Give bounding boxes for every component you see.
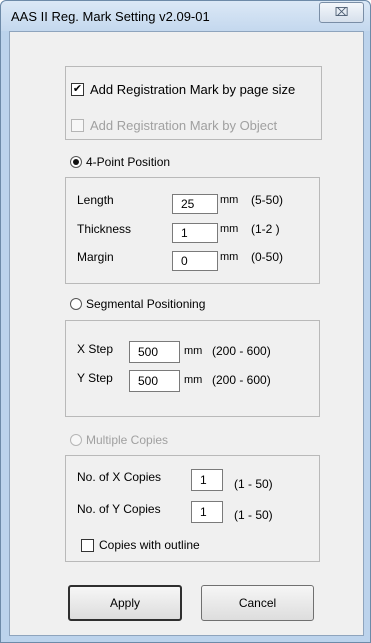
mark-mode-group: ✔ Add Registration Mark by page size Add… — [65, 66, 322, 140]
window-title: AAS II Reg. Mark Setting v2.09-01 — [11, 9, 210, 24]
length-unit: mm — [220, 194, 239, 206]
x-step-range: (200 - 600) — [212, 344, 271, 358]
dialog-client-area: ✔ Add Registration Mark by page size Add… — [9, 31, 364, 636]
thickness-input[interactable] — [172, 223, 218, 243]
y-copies-label: No. of Y Copies — [77, 502, 161, 516]
x-step-label: X Step — [77, 342, 114, 356]
length-label: Length — [77, 193, 114, 207]
dialog-window: AAS II Reg. Mark Setting v2.09-01 ⌧ ✔ Ad… — [0, 0, 371, 643]
x-copies-label: No. of X Copies — [77, 470, 162, 484]
by-object-label[interactable]: Add Registration Mark by Object — [90, 118, 277, 133]
segmental-label[interactable]: Segmental Positioning — [86, 297, 205, 311]
margin-unit: mm — [220, 251, 239, 263]
margin-range: (0-50) — [251, 250, 284, 264]
thickness-unit: mm — [220, 223, 239, 235]
y-copies-input[interactable] — [191, 501, 223, 523]
segmental-group: X Step mm (200 - 600) Y Step mm (200 - 6… — [65, 320, 320, 417]
four-point-group: Length mm (5-50) Thickness mm (1-2 ) Mar… — [65, 177, 320, 284]
close-icon[interactable]: ⌧ — [319, 2, 364, 23]
four-point-radio[interactable] — [70, 156, 82, 168]
y-step-label: Y Step — [77, 371, 113, 385]
by-object-checkbox[interactable] — [71, 119, 84, 132]
multiple-copies-group: No. of X Copies (1 - 50) No. of Y Copies… — [65, 455, 320, 562]
four-point-label[interactable]: 4-Point Position — [86, 155, 170, 169]
title-bar[interactable]: AAS II Reg. Mark Setting v2.09-01 ⌧ — [1, 1, 370, 31]
segmental-radio[interactable] — [70, 298, 82, 310]
by-page-size-checkbox[interactable]: ✔ — [71, 83, 84, 96]
thickness-label: Thickness — [77, 222, 132, 236]
y-step-input[interactable] — [129, 370, 180, 392]
length-range: (5-50) — [251, 193, 284, 207]
x-copies-range: (1 - 50) — [234, 477, 273, 491]
apply-button[interactable]: Apply — [68, 585, 182, 621]
cancel-button[interactable]: Cancel — [201, 585, 314, 621]
multiple-copies-radio[interactable] — [70, 434, 82, 446]
multiple-copies-label[interactable]: Multiple Copies — [86, 433, 168, 447]
y-copies-range: (1 - 50) — [234, 508, 273, 522]
thickness-range: (1-2 ) — [251, 222, 280, 236]
margin-input[interactable] — [172, 251, 218, 271]
y-step-range: (200 - 600) — [212, 373, 271, 387]
x-step-unit: mm — [184, 345, 203, 357]
by-page-size-label[interactable]: Add Registration Mark by page size — [90, 82, 295, 97]
copies-outline-label[interactable]: Copies with outline — [99, 538, 200, 552]
x-step-input[interactable] — [129, 341, 180, 363]
copies-outline-checkbox[interactable] — [81, 539, 94, 552]
margin-label: Margin — [77, 250, 114, 264]
y-step-unit: mm — [184, 374, 203, 386]
x-copies-input[interactable] — [191, 469, 223, 491]
length-input[interactable] — [172, 194, 218, 214]
